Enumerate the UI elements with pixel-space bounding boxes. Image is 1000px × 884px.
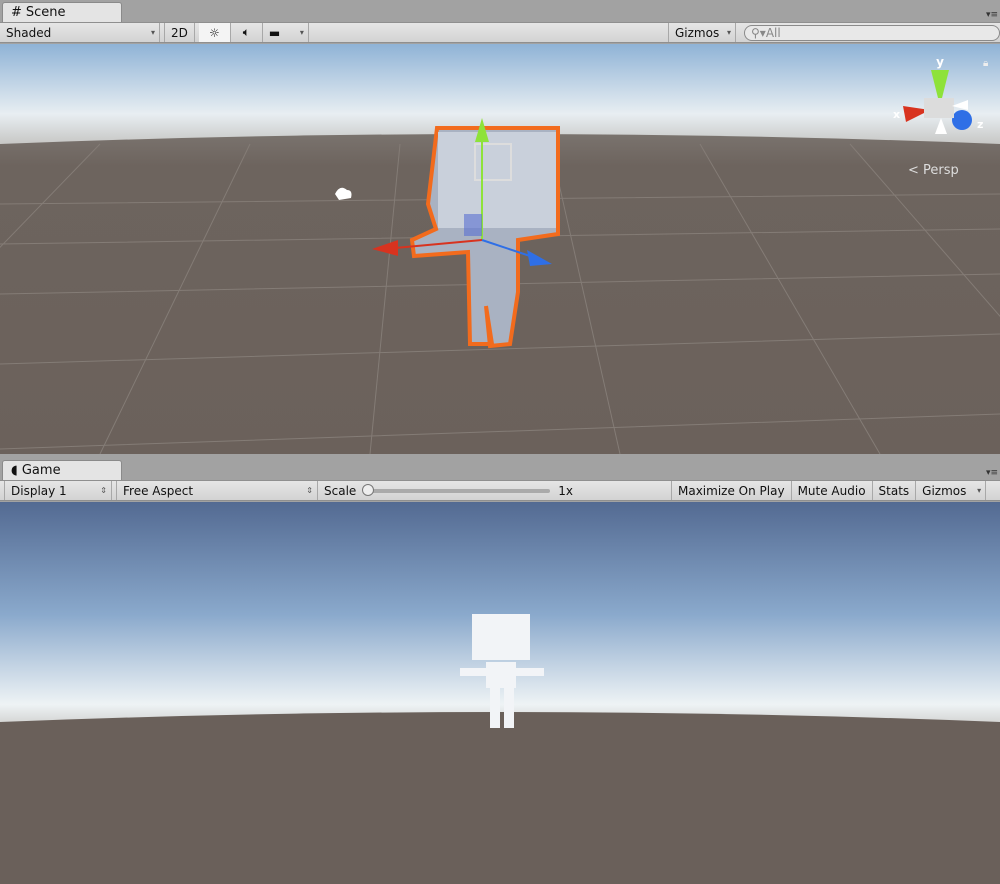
audio-toggle[interactable]: 🔈︎ bbox=[231, 23, 263, 42]
scene-toolbar: Shaded ▾ 2D ☼ 🔈︎ ▬ ▾ Gizmos ▾ ⚲▾ All bbox=[0, 22, 1000, 43]
scale-control: Scale 1x bbox=[318, 481, 672, 500]
tab-scene[interactable]: # Scene bbox=[2, 2, 122, 22]
game-viewport[interactable] bbox=[0, 502, 1000, 884]
search-icon: ⚲▾ bbox=[751, 25, 766, 40]
speaker-icon: 🔈︎ bbox=[242, 25, 250, 39]
draw-mode-dropdown[interactable]: Shaded ▾ bbox=[0, 23, 160, 42]
lighting-toggle[interactable]: ☼ bbox=[198, 23, 231, 42]
hierarchy-search-input[interactable]: ⚲▾ All bbox=[744, 24, 1000, 41]
image-icon: ▬ bbox=[268, 25, 281, 40]
tab-game[interactable]: ◖ Game bbox=[2, 460, 122, 480]
2d-toggle[interactable]: 2D bbox=[164, 23, 195, 42]
game-tabbar: ◖ Game ▾≡ bbox=[0, 458, 1000, 480]
game-gizmos-dropdown[interactable]: Gizmos ▾ bbox=[916, 481, 987, 500]
panel-menu-icon[interactable]: ▾≡ bbox=[986, 10, 998, 20]
grid-hash-icon: # bbox=[11, 5, 22, 20]
ground bbox=[0, 712, 1000, 884]
game-toolbar: Display 1 ⇕ Free Aspect ⇕ Scale 1x Maximiz… bbox=[0, 480, 1000, 501]
gizmos-dropdown[interactable]: Gizmos ▾ bbox=[668, 23, 736, 42]
scene-tabbar: # Scene ▾≡ bbox=[0, 0, 1000, 22]
stats-toggle[interactable]: Stats bbox=[873, 481, 917, 500]
x-axis-label: x bbox=[893, 108, 900, 121]
projection-label[interactable]: < Persp bbox=[908, 163, 959, 178]
y-axis-label: y bbox=[936, 55, 944, 69]
effects-dropdown[interactable]: ▬ ▾ bbox=[263, 23, 309, 42]
z-axis-label: z bbox=[977, 118, 983, 131]
display-dropdown[interactable]: Display 1 ⇕ bbox=[4, 481, 112, 500]
sun-icon: ☼ bbox=[208, 25, 220, 40]
aspect-dropdown[interactable]: Free Aspect ⇕ bbox=[116, 481, 318, 500]
lock-icon: 🔒︎ bbox=[983, 58, 988, 69]
panel-menu-icon[interactable]: ▾≡ bbox=[986, 468, 998, 478]
scene-viewport[interactable]: y x z 🔒︎ < Persp bbox=[0, 44, 1000, 454]
scale-slider[interactable] bbox=[362, 483, 551, 496]
scale-slider-thumb[interactable] bbox=[362, 483, 375, 496]
maximize-on-play-toggle[interactable]: Maximize On Play bbox=[672, 481, 792, 500]
pacman-icon: ◖ bbox=[11, 463, 18, 478]
mute-audio-toggle[interactable]: Mute Audio bbox=[792, 481, 873, 500]
